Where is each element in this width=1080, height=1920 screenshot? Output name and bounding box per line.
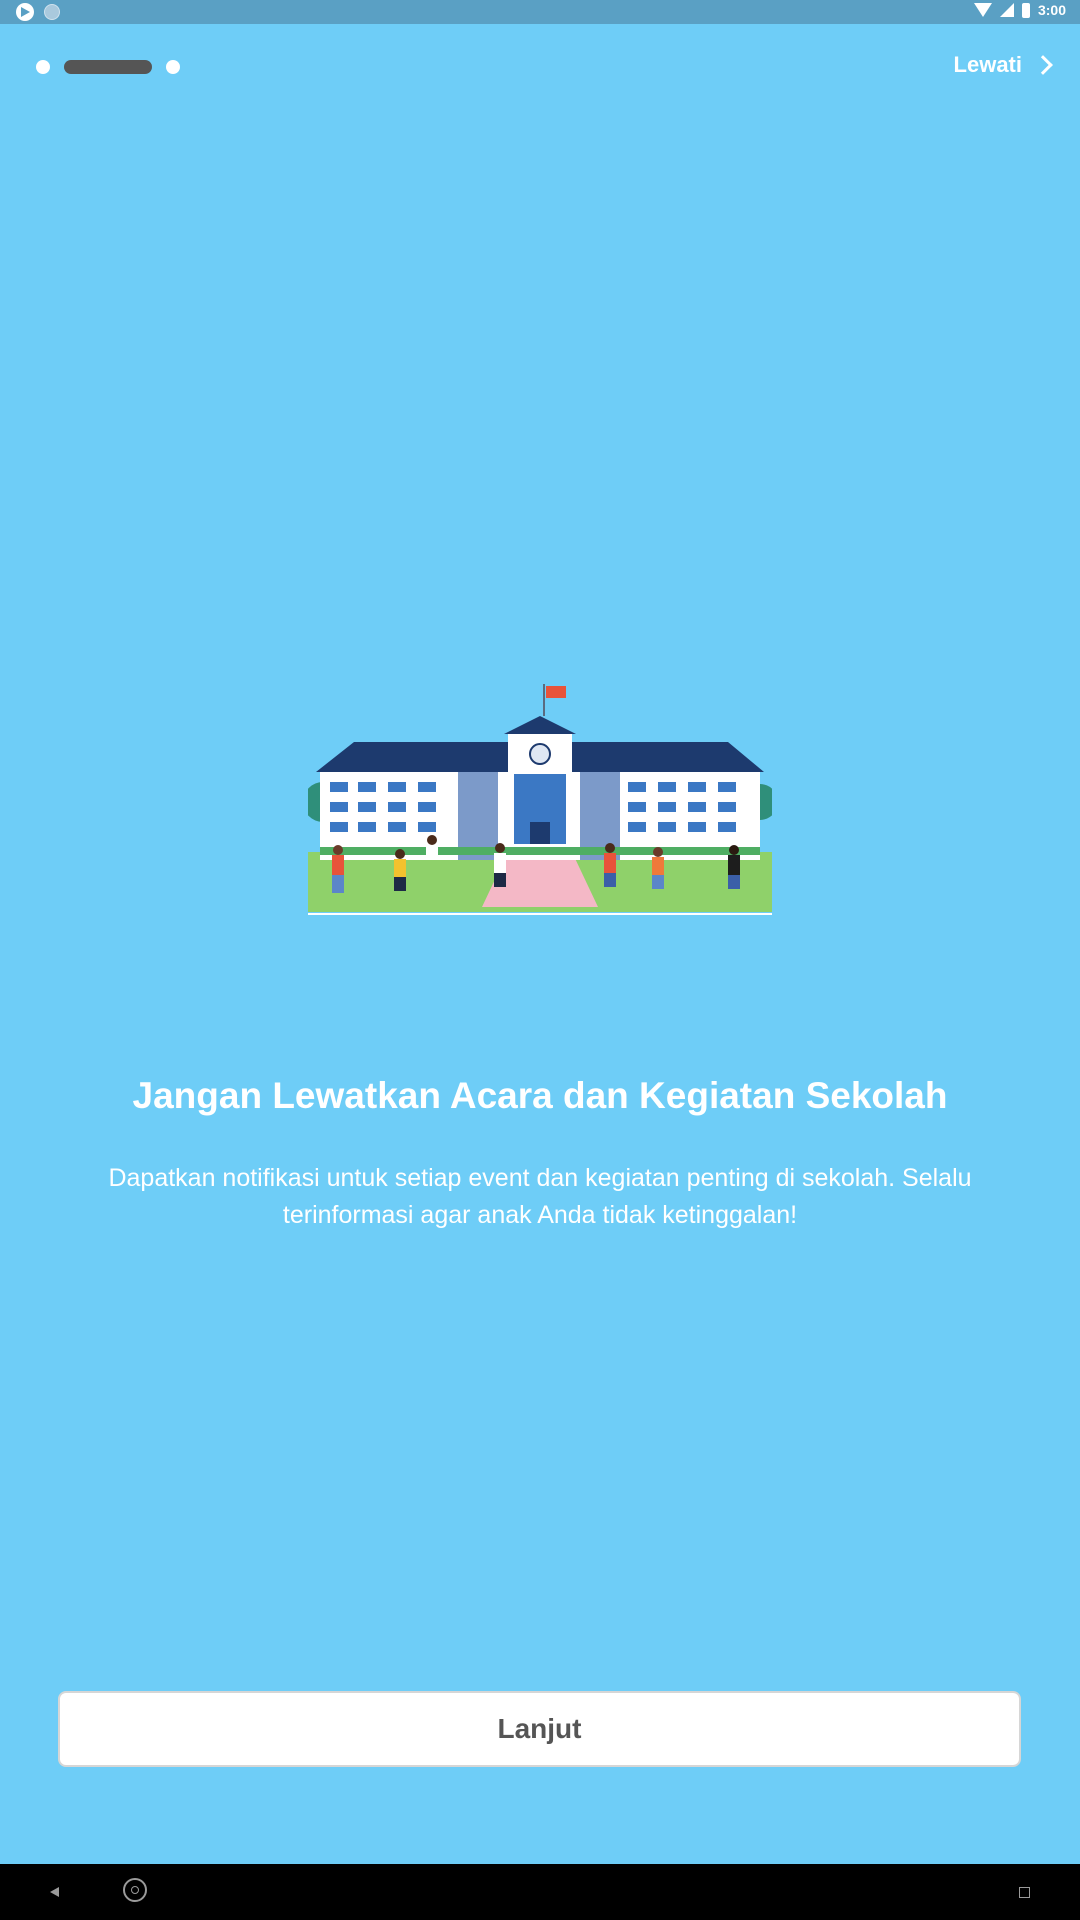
page-dot-3 [166,60,180,74]
illustration-hedge [320,847,760,855]
illustration-flag [546,686,566,698]
page-indicator [36,60,180,74]
clock: 3:00 [1037,2,1066,18]
back-nav-icon[interactable] [50,1887,59,1897]
notification-icons [16,3,60,21]
skip-label: Lewati [953,52,1022,77]
page-dot-2-active [64,60,152,74]
wifi-icon [973,3,992,17]
next-button[interactable]: Lanjut [58,1691,1021,1767]
illustration-tower-roof [504,716,576,734]
skip-button[interactable]: Lewati [953,52,1053,78]
illustration-wing-left [458,770,498,860]
page-description: Dapatkan notifikasi untuk setiap event d… [108,1164,972,1229]
navigation-bar [0,1864,1080,1920]
battery-icon [1021,2,1030,18]
sync-icon [44,4,60,20]
home-nav-icon[interactable] [123,1878,147,1902]
next-button-label: Lanjut [497,1713,582,1744]
app-notification-icon [16,3,34,21]
status-bar: 3:00 [0,0,1080,24]
page-dot-1 [36,60,50,74]
chevron-right-icon [1033,55,1053,75]
page-title: Jangan Lewatkan Acara dan Kegiatan Sekol… [132,1075,948,1116]
school-illustration [308,684,772,915]
system-icons: 3:00 [973,2,1066,18]
illustration-door [530,822,550,844]
illustration-clock [529,743,551,765]
recents-nav-icon[interactable] [1019,1887,1030,1898]
signal-icon [999,3,1014,17]
